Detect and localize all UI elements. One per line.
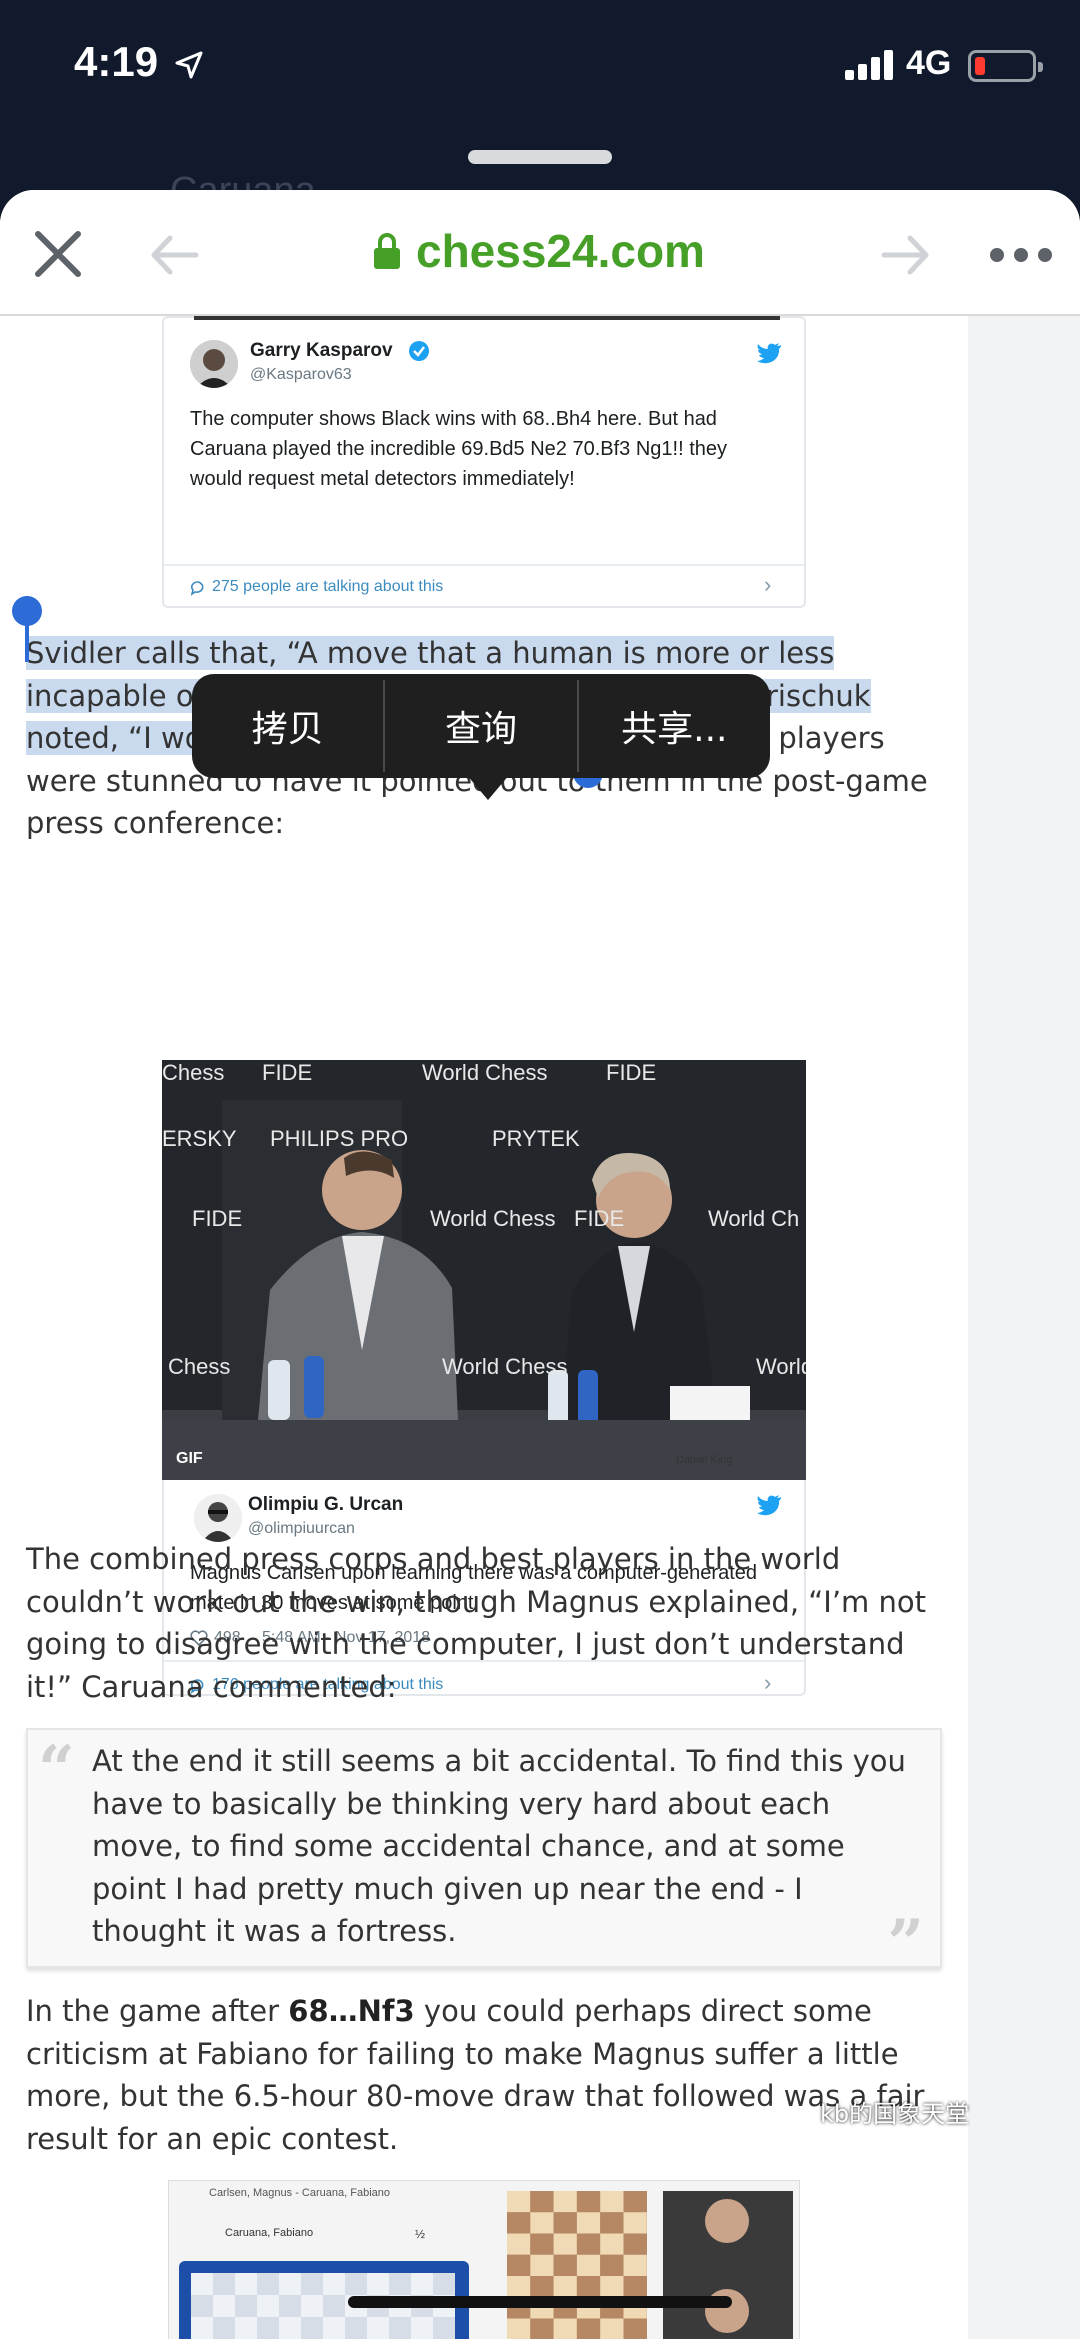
tweet-author-name: Garry Kasparov	[250, 340, 393, 361]
share-menu-item[interactable]: 共享...	[579, 674, 770, 778]
twitter-bird-icon[interactable]	[756, 342, 782, 364]
avatar	[194, 1494, 242, 1542]
watermark: kb的国象天堂	[820, 2100, 970, 2128]
move-notation: 68…Nf3	[288, 1994, 415, 2028]
home-indicator[interactable]	[348, 2296, 732, 2308]
browser-sheet: chess24.com Garry Kasparov @Kasparov63 T…	[0, 190, 1080, 2339]
location-arrow-icon	[175, 51, 203, 79]
browser-toolbar: chess24.com	[0, 190, 1080, 316]
page-margin	[968, 316, 1080, 2339]
article-content[interactable]: Garry Kasparov @Kasparov63 The computer …	[0, 316, 968, 2339]
quote-text: At the end it still seems a bit accident…	[92, 1744, 906, 1948]
game-viewer-widget[interactable]: Carlsen, Magnus - Caruana, Fabiano Carua…	[168, 2180, 800, 2339]
sponsor-label: World Chess	[442, 1354, 568, 1379]
forward-arrow-icon[interactable]	[878, 230, 934, 280]
sponsor-label: FIDE	[192, 1206, 243, 1231]
sponsor-label: PRYTEK	[492, 1126, 580, 1151]
chevron-right-icon[interactable]: ›	[764, 572, 771, 598]
tweet-text: The computer shows Black wins with 68..B…	[190, 408, 728, 490]
close-icon[interactable]	[28, 224, 88, 284]
blockquote: “ At the end it still seems a bit accide…	[26, 1728, 942, 1976]
sponsor-label: World Chess	[422, 1060, 548, 1085]
copy-menu-item[interactable]: 拷贝	[192, 674, 383, 778]
sponsor-label: PHILIPS PRO	[270, 1126, 409, 1151]
more-options-icon[interactable]	[990, 248, 1052, 264]
twitter-bird-icon[interactable]	[756, 1494, 782, 1516]
tweet-author-handle: @olimpiuurcan	[248, 1520, 355, 1537]
text-context-menu: 拷贝 查询 共享...	[192, 674, 770, 778]
gif-badge: GIF	[176, 1450, 203, 1467]
cellular-signal-icon	[845, 50, 897, 80]
avatar	[190, 340, 238, 388]
sponsor-label: FIDE	[574, 1206, 625, 1231]
tweet-author-name: Olimpiu G. Urcan	[248, 1494, 404, 1515]
status-bar: 4:19 4G	[0, 0, 1080, 130]
open-quote-icon: “	[38, 1732, 75, 1807]
paragraph-text: In the game after	[26, 1994, 289, 2028]
sponsor-label: Chess	[162, 1060, 225, 1085]
article-paragraph: The combined press corps and best player…	[26, 1542, 927, 1704]
chessboard-preview	[179, 2191, 793, 2339]
nameplate: Daniel King	[676, 1454, 733, 1466]
lock-icon	[374, 233, 400, 269]
battery-icon	[968, 50, 1043, 82]
article-paragraph: In the game after 68…Nf3 you could perha…	[26, 1990, 946, 2160]
look-up-menu-item[interactable]: 查询	[385, 674, 576, 778]
context-menu-pointer	[466, 774, 510, 800]
sponsor-label: Chess	[168, 1354, 231, 1379]
tweet-author-handle: @Kasparov63	[250, 366, 352, 383]
embedded-tweet-kasparov[interactable]: Garry Kasparov @Kasparov63 The computer …	[162, 316, 806, 608]
url-bar[interactable]: chess24.com	[372, 224, 705, 278]
press-conference-gif[interactable]: Chess FIDE World Chess FIDE ERSKY PHILIP…	[162, 1060, 806, 1480]
sheet-grabber[interactable]	[468, 150, 612, 164]
network-type: 4G	[906, 44, 952, 82]
sponsor-label: World Chess	[430, 1206, 556, 1231]
url-text: chess24.com	[416, 225, 705, 277]
speech-bubble-icon	[190, 581, 204, 596]
press-conference-image	[162, 1060, 806, 1480]
tweet-talking-count[interactable]: 275 people are talking about this	[212, 578, 443, 596]
sponsor-label: ERSKY	[162, 1126, 237, 1151]
status-time: 4:19	[74, 38, 159, 85]
sponsor-label: FIDE	[262, 1060, 313, 1085]
verified-badge-icon	[409, 341, 429, 361]
sponsor-label: FIDE	[606, 1060, 657, 1085]
sponsor-label: World Ch	[708, 1206, 800, 1231]
sponsor-label: World	[756, 1354, 806, 1379]
close-quote-icon: ”	[887, 1906, 924, 1981]
back-arrow-icon[interactable]	[146, 230, 202, 280]
